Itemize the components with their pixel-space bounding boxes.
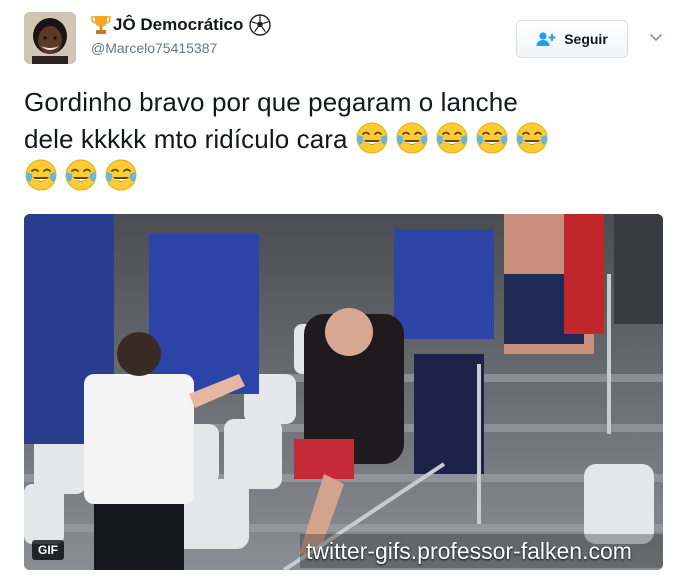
gif-badge: GIF: [32, 540, 64, 560]
tweet-text-line-2-text: dele kkkkk mto ridículo cara: [24, 124, 348, 154]
tears-of-joy-icon: [64, 158, 98, 192]
tears-of-joy-icon: [104, 158, 138, 192]
display-name[interactable]: JÔ Democrático: [91, 12, 272, 38]
watermark-text: twitter-gifs.professor-falken.com: [300, 534, 663, 568]
follow-button-label: Seguir: [564, 31, 608, 47]
avatar[interactable]: [24, 12, 76, 64]
tears-of-joy-icon: [435, 121, 469, 155]
tears-of-joy-icon: [515, 121, 549, 155]
user-info: JÔ Democrático @Marcelo75415387: [91, 12, 272, 56]
profile-photo-icon: [24, 12, 76, 64]
emoji-row-2: [24, 158, 144, 192]
soccer-ball-icon: [249, 14, 272, 36]
follow-button[interactable]: Seguir: [516, 20, 628, 58]
tweet-card: JÔ Democrático @Marcelo75415387 Seguir G…: [0, 0, 687, 575]
tweet-text: Gordinho bravo por que pegaram o lanche …: [24, 84, 664, 195]
tears-of-joy-icon: [475, 121, 509, 155]
chevron-down-icon[interactable]: [648, 30, 664, 46]
user-handle[interactable]: @Marcelo75415387: [91, 40, 271, 56]
display-name-text: JÔ Democrático: [113, 15, 244, 34]
gif-frame: [24, 214, 663, 570]
tweet-text-line-1: Gordinho bravo por que pegaram o lanche: [24, 87, 518, 117]
emoji-row-1: [355, 121, 555, 155]
tears-of-joy-icon: [395, 121, 429, 155]
tweet-text-line-2: dele kkkkk mto ridículo cara: [24, 121, 664, 158]
gif-media[interactable]: GIF twitter-gifs.professor-falken.com: [24, 214, 663, 570]
tweet-text-line-3: [24, 158, 664, 195]
tears-of-joy-icon: [24, 158, 58, 192]
add-user-icon: [536, 32, 556, 46]
tears-of-joy-icon: [355, 121, 389, 155]
trophy-icon: [91, 16, 111, 34]
